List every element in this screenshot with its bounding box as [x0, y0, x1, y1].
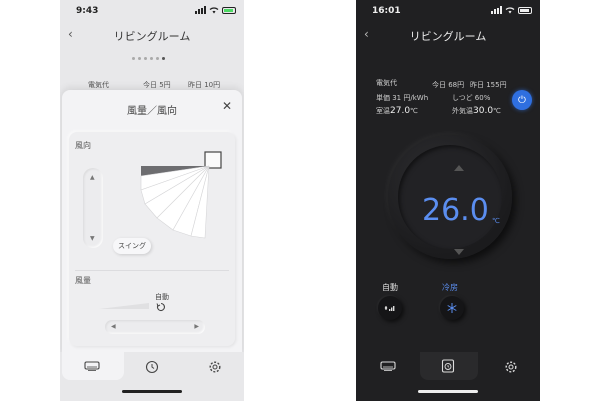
close-icon[interactable]: ✕	[222, 99, 232, 113]
swing-button[interactable]: スイング	[113, 238, 151, 254]
today-cost: 今日 5円	[143, 81, 171, 89]
mode-auto-label: 自動	[382, 283, 398, 292]
arrow-up-icon[interactable]: ▲	[90, 174, 95, 181]
nav-header: ‹ リビングルーム	[60, 26, 244, 48]
set-temperature-unit: ℃	[492, 217, 500, 225]
unit-price: 単価 31 円/kWh	[376, 94, 429, 102]
power-icon: ⏻	[518, 94, 526, 106]
home-indicator	[122, 390, 182, 393]
yesterday-cost: 昨日 10円	[188, 81, 221, 89]
page-dot[interactable]	[150, 57, 153, 60]
page-dot[interactable]	[144, 57, 147, 60]
timer-tab-icon[interactable]	[441, 358, 455, 374]
outdoor-temp-label: 外気温	[452, 107, 473, 115]
page-dot[interactable]	[156, 57, 159, 60]
temp-down-icon[interactable]	[454, 249, 464, 255]
tab-bar	[356, 352, 540, 382]
electricity-label: 電気代	[88, 81, 109, 89]
today-cost: 今日 68円	[432, 81, 465, 89]
status-bar: 9:43	[60, 0, 244, 22]
page-title: リビングルーム	[113, 30, 191, 43]
tab-bar	[60, 352, 244, 382]
page-title: リビングルーム	[409, 30, 487, 43]
room-temp-unit: ℃	[410, 107, 418, 115]
signal-icon	[491, 6, 502, 14]
home-indicator	[418, 390, 478, 393]
volume-slider[interactable]: ◀ ▶	[105, 320, 205, 334]
status-icons	[491, 6, 532, 14]
power-button[interactable]: ⏻	[512, 90, 532, 110]
fan-level-icon	[384, 306, 395, 311]
room-temp: 室温27.0℃	[376, 106, 418, 116]
volume-wedge-icon	[99, 303, 149, 309]
electricity-label: 電気代	[376, 79, 397, 87]
status-icons	[195, 6, 236, 14]
screenshot-stage: 9:43 ‹ リビングルーム 電気代 今日 5円 昨日 10円 風量／風向 ✕ …	[0, 0, 600, 401]
yesterday-cost: 昨日 155円	[470, 81, 507, 89]
aircon-tab-icon[interactable]	[84, 360, 100, 372]
page-dot-active[interactable]	[162, 57, 165, 60]
gear-icon[interactable]	[208, 360, 222, 374]
airflow-card: 風向 ▲ ▼ スイング 風量 自動 ◀ ▶	[69, 132, 235, 346]
page-dot[interactable]	[132, 57, 135, 60]
light-phone-screen: 9:43 ‹ リビングルーム 電気代 今日 5円 昨日 10円 風量／風向 ✕ …	[60, 0, 244, 401]
gear-icon[interactable]	[504, 360, 518, 374]
direction-label: 風向	[75, 141, 91, 150]
status-time: 16:01	[372, 6, 401, 16]
arrow-left-icon[interactable]: ◀	[111, 323, 116, 330]
temperature-dial-face: 26.0 ℃	[398, 145, 502, 255]
outdoor-temp-value: 30.0	[473, 106, 494, 116]
auto-refresh-icon	[156, 302, 165, 312]
wifi-icon	[209, 7, 219, 14]
humidity: しつど 60%	[452, 94, 491, 102]
page-dot[interactable]	[138, 57, 141, 60]
dark-phone-screen: 16:01 ‹ リビングルーム 電気代 今日 68円 昨日 155円 単価 31…	[356, 0, 540, 401]
signal-icon	[195, 6, 206, 14]
direction-vertical-slider[interactable]: ▲ ▼	[83, 168, 103, 248]
status-time: 9:43	[76, 6, 99, 16]
sheet-title: 風量／風向	[127, 106, 177, 117]
temperature-dial[interactable]: 26.0 ℃	[388, 135, 512, 259]
battery-icon	[222, 6, 236, 14]
set-temperature: 26.0	[422, 193, 489, 228]
mode-cool-label: 冷房	[442, 283, 458, 292]
wifi-icon	[505, 7, 515, 14]
section-divider	[75, 270, 229, 271]
direction-fan-diagram[interactable]	[135, 150, 231, 246]
room-temp-value: 27.0	[390, 106, 411, 116]
volume-auto-label: 自動	[155, 293, 169, 301]
snowflake-icon	[447, 303, 457, 313]
battery-icon	[518, 6, 532, 14]
arrow-down-icon[interactable]: ▼	[90, 235, 95, 242]
page-indicator	[132, 57, 165, 60]
volume-label: 風量	[75, 276, 91, 285]
room-temp-label: 室温	[376, 107, 390, 115]
outdoor-temp-unit: ℃	[493, 107, 501, 115]
fan-auto-button[interactable]	[378, 296, 402, 320]
cooling-mode-button[interactable]	[440, 296, 464, 320]
outdoor-temp: 外気温30.0℃	[452, 106, 501, 116]
timer-tab-icon[interactable]	[145, 360, 159, 374]
temp-up-icon[interactable]	[454, 165, 464, 171]
arrow-right-icon[interactable]: ▶	[194, 323, 199, 330]
airflow-sheet: 風量／風向 ✕ 風向 ▲ ▼ スイング 風量 自動 ◀ ▶	[62, 90, 242, 355]
aircon-tab-icon[interactable]	[380, 360, 396, 372]
